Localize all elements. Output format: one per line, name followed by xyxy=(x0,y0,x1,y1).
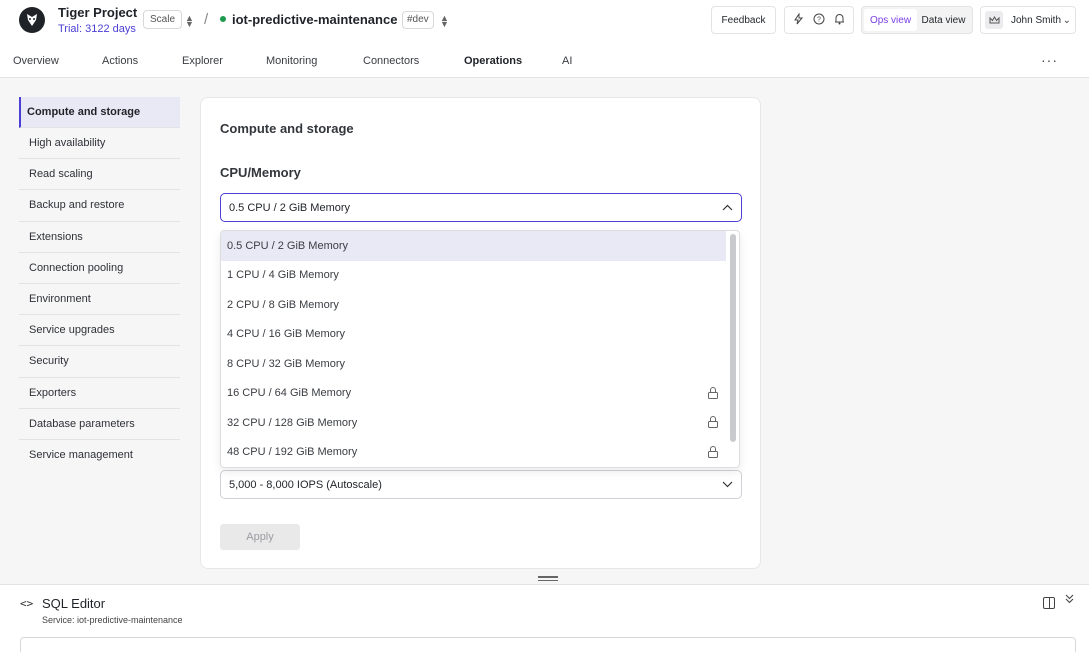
project-name: Tiger Project xyxy=(58,5,138,20)
tab-connectors[interactable]: Connectors xyxy=(363,55,419,67)
service-status-dot-icon xyxy=(220,16,226,22)
cpu-option-label: 1 CPU / 4 GiB Memory xyxy=(227,269,339,282)
sidebar-item-security[interactable]: Security xyxy=(19,346,180,378)
sidebar-item-high-availability[interactable]: High availability xyxy=(19,128,180,160)
plan-badge: Scale xyxy=(143,10,183,29)
sidebar-item-extensions[interactable]: Extensions xyxy=(19,222,180,253)
sidebar-item-read-scaling[interactable]: Read scaling xyxy=(19,159,180,191)
sql-editor-panel: <> SQL Editor Service: iot-predictive-ma… xyxy=(0,584,1089,652)
cpu-option[interactable]: 16 CPU / 64 GiB Memory xyxy=(221,379,726,409)
project-switcher[interactable]: Tiger Project Trial: 3122 days xyxy=(58,5,137,37)
code-icon: <> xyxy=(20,597,34,610)
cpu-option-label: 2 CPU / 8 GiB Memory xyxy=(227,298,339,311)
cpu-option-label: 8 CPU / 32 GiB Memory xyxy=(227,357,345,370)
cpu-option[interactable]: 32 CPU / 128 GiB Memory xyxy=(221,408,726,438)
sidebar-item-service-upgrades[interactable]: Service upgrades xyxy=(19,315,180,347)
collapse-icon[interactable] xyxy=(1065,594,1074,605)
lightning-icon[interactable] xyxy=(793,11,804,28)
tab-ai[interactable]: AI xyxy=(562,55,572,67)
cpu-option[interactable]: 1 CPU / 4 GiB Memory xyxy=(221,261,726,291)
user-menu-button[interactable]: John Smith ⌄ xyxy=(980,6,1076,34)
apply-button[interactable]: Apply xyxy=(220,524,300,550)
tab-actions[interactable]: Actions xyxy=(102,55,138,67)
sidebar-item-connection-pooling[interactable]: Connection pooling xyxy=(19,253,180,284)
data-view-button[interactable]: Data view xyxy=(917,9,970,31)
cpu-memory-heading: CPU/Memory xyxy=(220,165,301,180)
cpu-option-label: 16 CPU / 64 GiB Memory xyxy=(227,387,352,400)
tab-explorer[interactable]: Explorer xyxy=(182,55,223,67)
page-title: Compute and storage xyxy=(220,121,354,136)
trial-link[interactable]: Trial: 3122 days xyxy=(58,21,137,37)
crown-icon xyxy=(985,11,1003,29)
breadcrumb-separator: / xyxy=(204,11,209,28)
split-panel-icon[interactable] xyxy=(1043,597,1055,609)
view-toggle: Ops view Data view xyxy=(861,6,973,34)
sql-editor-input[interactable] xyxy=(20,637,1076,652)
feedback-button[interactable]: Feedback xyxy=(711,6,776,34)
user-name: John Smith xyxy=(1011,14,1062,26)
svg-text:?: ? xyxy=(817,16,821,23)
env-badge: #dev xyxy=(402,11,434,29)
sidebar-item-compute-and-storage[interactable]: Compute and storage xyxy=(19,97,180,128)
chevron-down-icon xyxy=(722,479,733,491)
help-icon[interactable]: ? xyxy=(813,13,825,28)
dropdown-scrollbar[interactable] xyxy=(730,234,736,442)
cpu-option[interactable]: 0.5 CPU / 2 GiB Memory xyxy=(221,231,726,261)
sidebar-item-exporters[interactable]: Exporters xyxy=(19,378,180,409)
lock-icon xyxy=(708,445,718,458)
project-switch-chevrons-icon[interactable]: ▲ ▼ xyxy=(185,14,194,29)
cpu-option-label: 48 CPU / 192 GiB Memory xyxy=(227,446,358,459)
main-nav: Overview Actions Explorer Monitoring Con… xyxy=(0,44,1089,78)
chevron-down-icon: ⌄ xyxy=(1062,14,1071,26)
sidebar-item-service-management[interactable]: Service management xyxy=(19,440,180,471)
cpu-option-label: 32 CPU / 128 GiB Memory xyxy=(227,416,358,429)
operations-sidebar: Compute and storage High availability Re… xyxy=(19,97,180,471)
sql-editor-service: Service: iot-predictive-maintenance xyxy=(42,615,183,625)
top-header: Tiger Project Trial: 3122 days Scale ▲ ▼ … xyxy=(0,0,1089,44)
sidebar-item-database-parameters[interactable]: Database parameters xyxy=(19,409,180,440)
tab-monitoring[interactable]: Monitoring xyxy=(266,55,317,67)
cpu-option[interactable]: 48 CPU / 192 GiB Memory xyxy=(221,438,726,468)
iops-select[interactable]: 5,000 - 8,000 IOPS (Autoscale) xyxy=(220,470,742,499)
cpu-option[interactable]: 8 CPU / 32 GiB Memory xyxy=(221,349,726,379)
cpu-memory-select-value: 0.5 CPU / 2 GiB Memory xyxy=(229,201,351,214)
chevron-up-icon xyxy=(722,202,733,214)
header-icon-group: ? xyxy=(784,6,854,34)
cpu-memory-select[interactable]: 0.5 CPU / 2 GiB Memory xyxy=(220,193,742,222)
tab-operations[interactable]: Operations xyxy=(464,55,522,67)
bell-icon[interactable] xyxy=(834,13,845,28)
sidebar-item-environment[interactable]: Environment xyxy=(19,284,180,316)
service-name[interactable]: iot-predictive-maintenance xyxy=(232,12,397,27)
tiger-logo-icon[interactable] xyxy=(19,7,45,33)
cpu-option[interactable]: 2 CPU / 8 GiB Memory xyxy=(221,290,726,320)
sidebar-item-backup-and-restore[interactable]: Backup and restore xyxy=(19,190,180,222)
lock-icon xyxy=(708,416,718,428)
iops-select-value: 5,000 - 8,000 IOPS (Autoscale) xyxy=(229,478,382,491)
lock-icon xyxy=(708,386,718,399)
cpu-option[interactable]: 4 CPU / 16 GiB Memory xyxy=(221,320,726,350)
ops-view-button[interactable]: Ops view xyxy=(864,9,917,31)
panel-resize-handle[interactable] xyxy=(538,576,558,582)
tab-overview[interactable]: Overview xyxy=(13,55,59,67)
sql-editor-title: SQL Editor xyxy=(42,596,106,611)
cpu-option-label: 4 CPU / 16 GiB Memory xyxy=(227,328,345,341)
more-options-icon[interactable]: ··· xyxy=(1041,52,1058,68)
cpu-memory-dropdown: 0.5 CPU / 2 GiB Memory 1 CPU / 4 GiB Mem… xyxy=(220,230,740,468)
service-switch-chevrons-icon[interactable]: ▲ ▼ xyxy=(440,14,449,29)
cpu-option-label: 0.5 CPU / 2 GiB Memory xyxy=(227,239,349,252)
